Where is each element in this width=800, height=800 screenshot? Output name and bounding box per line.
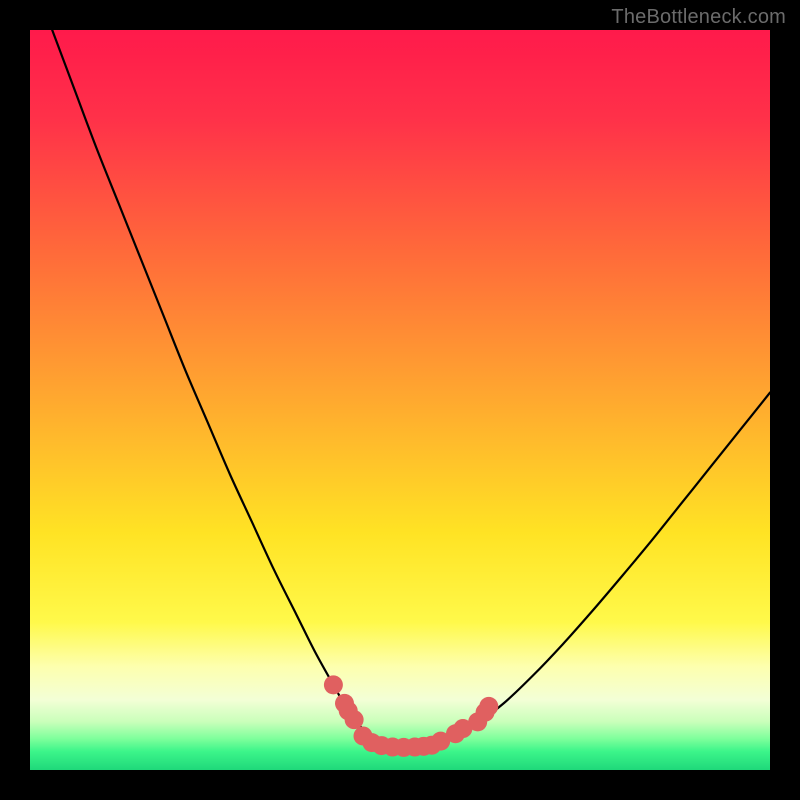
plot-background — [30, 30, 770, 770]
watermark-text: TheBottleneck.com — [611, 6, 786, 29]
marker-dot — [324, 675, 343, 694]
marker-dot — [479, 697, 498, 716]
marker-dot — [345, 710, 364, 729]
chart-frame: TheBottleneck.com — [0, 0, 800, 800]
chart-svg — [0, 0, 800, 800]
